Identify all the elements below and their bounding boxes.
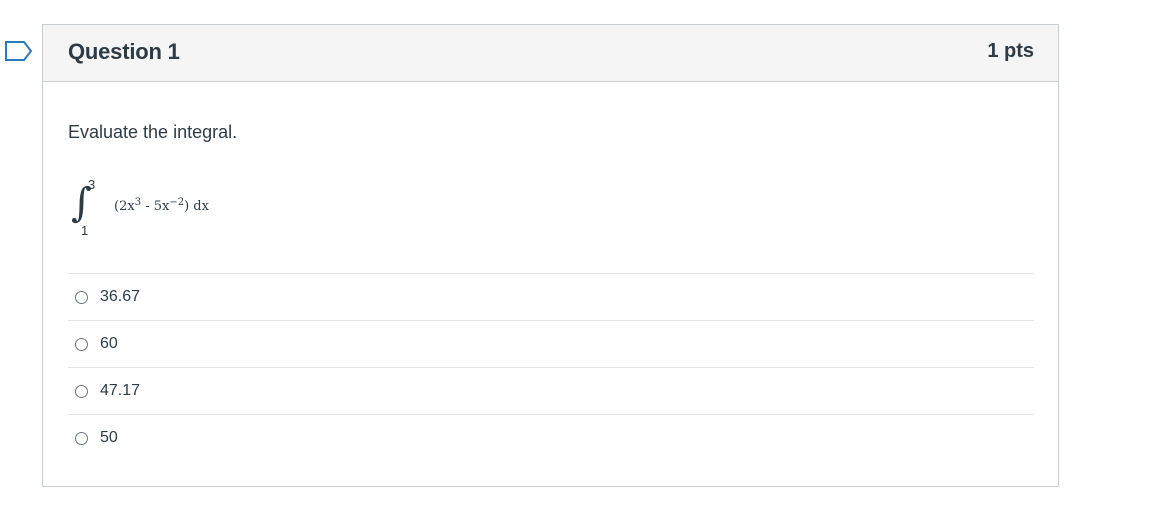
- flag-question-icon[interactable]: [4, 40, 34, 62]
- radio-button[interactable]: [75, 290, 88, 304]
- answer-option[interactable]: 36.67: [68, 273, 1034, 320]
- answer-option[interactable]: 47.17: [68, 367, 1034, 414]
- answer-option[interactable]: 50: [68, 414, 1034, 461]
- integrand-exponent-2: −2: [169, 197, 185, 208]
- question-header: Question 1 1 pts: [43, 25, 1058, 82]
- radio-button[interactable]: [75, 337, 88, 351]
- integrand: (2x3 - 5x−2) dx: [114, 197, 209, 214]
- question-prompt: Evaluate the integral.: [68, 122, 238, 142]
- answer-list: 36.67 60 47.17 50: [68, 273, 1034, 461]
- answer-label[interactable]: 36.67: [100, 288, 140, 306]
- integral-lower-limit: 1: [81, 223, 89, 238]
- radio-button[interactable]: [75, 384, 88, 398]
- integral-upper-limit: 3: [88, 177, 96, 192]
- integrand-prefix: (2x: [114, 199, 135, 214]
- integrand-mid: - 5x: [141, 199, 170, 214]
- question-title: Question 1: [68, 39, 180, 64]
- radio-button[interactable]: [75, 431, 88, 445]
- answer-label[interactable]: 47.17: [100, 382, 140, 400]
- answer-option[interactable]: 60: [68, 320, 1034, 367]
- integral-expression: ∫ 3 1 (2x3 - 5x−2) dx: [71, 175, 291, 245]
- answer-label[interactable]: 60: [100, 335, 118, 353]
- integrand-suffix: ) dx: [184, 199, 209, 214]
- question-card: Question 1 1 pts Evaluate the integral. …: [42, 24, 1059, 487]
- question-points: 1 pts: [987, 40, 1034, 62]
- answer-label[interactable]: 50: [100, 429, 118, 447]
